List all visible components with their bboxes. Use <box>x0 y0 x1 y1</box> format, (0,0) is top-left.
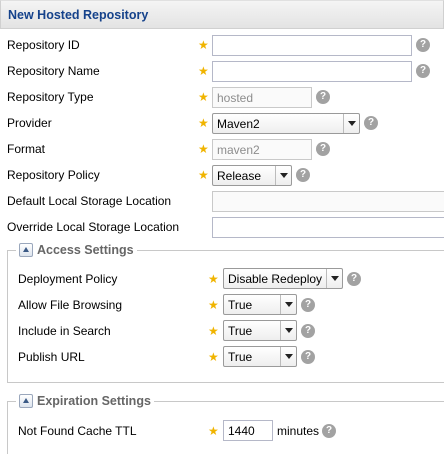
required-star-icon: ★ <box>208 272 219 286</box>
required-star-icon: ★ <box>198 64 209 78</box>
publish-url-select[interactable]: True <box>223 346 297 367</box>
repository-name-input[interactable] <box>212 61 412 82</box>
required-star-icon: ★ <box>208 424 219 438</box>
help-icon[interactable]: ? <box>364 116 378 130</box>
collapse-icon[interactable] <box>19 243 33 257</box>
deployment-policy-select[interactable]: Disable Redeploy <box>223 268 343 289</box>
publish-url-value: True <box>228 350 253 364</box>
format-label: Format <box>7 142 46 156</box>
required-star-icon: ★ <box>208 298 219 312</box>
allow-file-browsing-label: Allow File Browsing <box>18 298 123 312</box>
help-icon[interactable]: ? <box>301 298 315 312</box>
include-in-search-value: True <box>228 324 253 338</box>
not-found-cache-ttl-label: Not Found Cache TTL <box>18 424 137 438</box>
help-icon[interactable]: ? <box>301 324 315 338</box>
default-storage-field <box>212 191 444 212</box>
repository-policy-label: Repository Policy <box>7 168 100 182</box>
format-field: maven2 <box>212 139 312 160</box>
include-in-search-select[interactable]: True <box>223 320 297 341</box>
publish-url-label: Publish URL <box>18 350 85 364</box>
required-star-icon: ★ <box>208 350 219 364</box>
repository-policy-select[interactable]: Release <box>212 165 292 186</box>
help-icon[interactable]: ? <box>316 90 330 104</box>
include-in-search-label: Include in Search <box>18 324 111 338</box>
default-storage-label: Default Local Storage Location <box>7 194 172 208</box>
chevron-down-icon[interactable] <box>275 166 291 185</box>
required-star-icon: ★ <box>198 142 209 156</box>
allow-file-browsing-select[interactable]: True <box>223 294 297 315</box>
provider-label: Provider <box>7 116 52 130</box>
access-settings-legend: Access Settings <box>16 243 137 257</box>
chevron-down-icon[interactable] <box>343 114 359 133</box>
chevron-down-icon[interactable] <box>280 347 296 366</box>
provider-select[interactable]: Maven2 <box>212 113 360 134</box>
expiration-settings-legend: Expiration Settings <box>16 394 154 408</box>
help-icon[interactable]: ? <box>416 38 430 52</box>
help-icon[interactable]: ? <box>347 272 361 286</box>
required-star-icon: ★ <box>198 168 209 182</box>
help-icon[interactable]: ? <box>416 64 430 78</box>
repository-id-label: Repository ID <box>7 38 80 52</box>
minutes-unit-label: minutes <box>277 424 320 438</box>
repository-type-label: Repository Type <box>7 90 94 104</box>
allow-file-browsing-value: True <box>228 298 253 312</box>
required-star-icon: ★ <box>198 38 209 52</box>
help-icon[interactable]: ? <box>316 142 330 156</box>
access-settings-title: Access Settings <box>37 243 134 257</box>
override-storage-label: Override Local Storage Location <box>7 220 180 234</box>
not-found-cache-ttl-input[interactable] <box>223 420 273 441</box>
deployment-policy-label: Deployment Policy <box>18 272 118 286</box>
repository-policy-value: Release <box>217 169 262 183</box>
collapse-icon[interactable] <box>19 394 33 408</box>
deployment-policy-value: Disable Redeploy <box>228 272 323 286</box>
panel-header: New Hosted Repository <box>0 0 444 29</box>
panel-title: New Hosted Repository <box>8 8 149 22</box>
provider-select-value: Maven2 <box>217 117 260 131</box>
help-icon[interactable]: ? <box>322 424 336 438</box>
repository-name-label: Repository Name <box>7 64 100 78</box>
help-icon[interactable]: ? <box>301 350 315 364</box>
repository-id-input[interactable] <box>212 35 412 56</box>
repository-type-field: hosted <box>212 87 312 108</box>
help-icon[interactable]: ? <box>296 168 310 182</box>
required-star-icon: ★ <box>198 90 209 104</box>
chevron-down-icon[interactable] <box>326 269 342 288</box>
required-star-icon: ★ <box>198 116 209 130</box>
chevron-down-icon[interactable] <box>280 321 296 340</box>
required-star-icon: ★ <box>208 324 219 338</box>
chevron-down-icon[interactable] <box>280 295 296 314</box>
override-storage-input[interactable] <box>212 217 444 238</box>
expiration-settings-title: Expiration Settings <box>37 394 151 408</box>
